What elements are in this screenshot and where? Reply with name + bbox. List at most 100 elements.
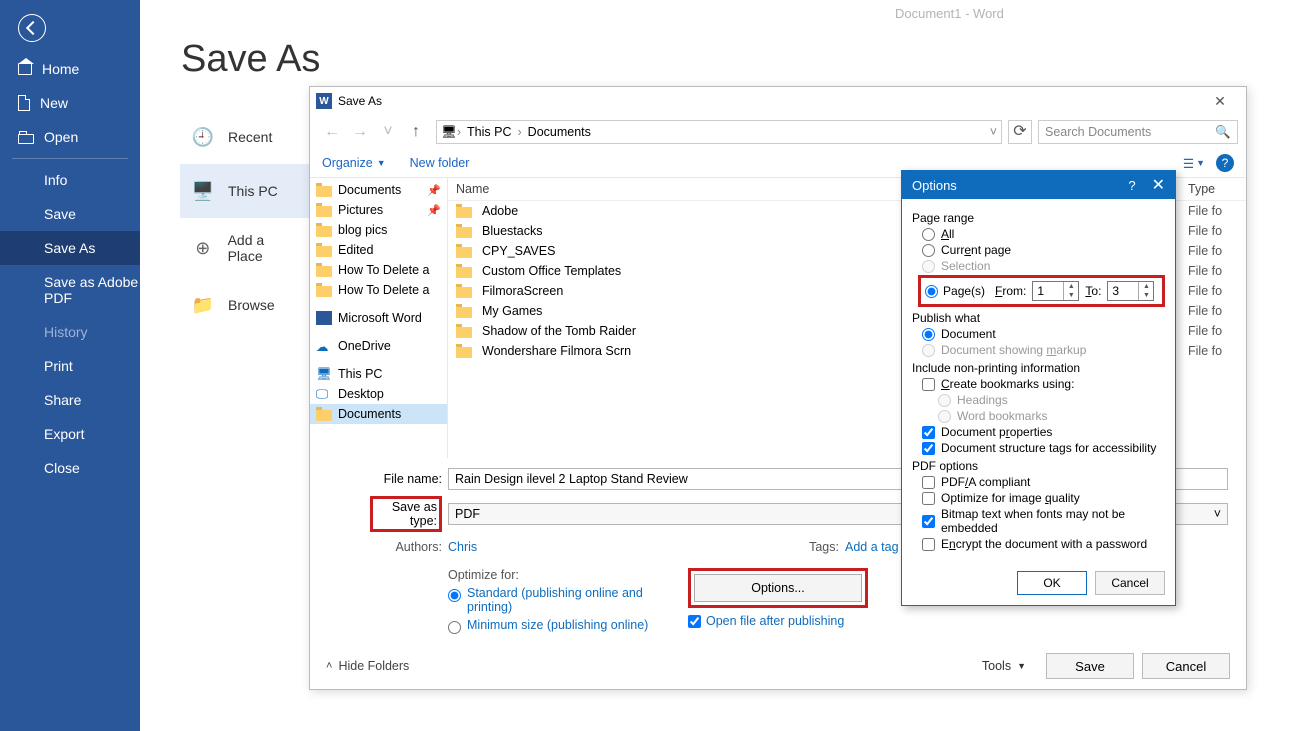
document-icon: [18, 95, 30, 111]
options-dialog: Options ? ✕ Page range All Current page …: [901, 170, 1176, 606]
hide-folders-button[interactable]: ˄Hide Folders: [326, 659, 409, 673]
organize-button[interactable]: Organize▼: [322, 156, 386, 170]
spin-up-icon[interactable]: ▲: [1064, 282, 1078, 291]
tree-howto-1[interactable]: How To Delete a: [310, 260, 447, 280]
nav-open[interactable]: Open: [0, 120, 140, 154]
cancel-button[interactable]: Cancel: [1142, 653, 1230, 679]
tree-howto-2[interactable]: How To Delete a: [310, 280, 447, 300]
app-title: Document1 - Word: [895, 6, 1004, 21]
new-folder-button[interactable]: New folder: [410, 156, 470, 170]
view-button[interactable]: ☰ ▼: [1180, 153, 1208, 173]
tree-documents-2[interactable]: Documents: [310, 404, 447, 424]
browse-icon: 📁: [188, 292, 218, 318]
nav-share[interactable]: Share: [0, 383, 140, 417]
folder-icon: [316, 266, 332, 277]
opt-minimum-radio[interactable]: [448, 621, 461, 634]
from-spinbox[interactable]: ▲▼: [1032, 281, 1079, 301]
tree-edited[interactable]: Edited: [310, 240, 447, 260]
opt-image-quality[interactable]: Optimize for image quality: [922, 491, 1165, 505]
chevron-up-icon: ˄: [326, 660, 332, 672]
folder-icon: [456, 287, 472, 298]
nav-back-icon[interactable]: ←: [318, 123, 346, 141]
nav-new-label: New: [40, 95, 68, 111]
loc-browse[interactable]: 📁Browse: [180, 278, 310, 332]
nav-history-icon[interactable]: ˅: [374, 123, 402, 141]
nav-close[interactable]: Close: [0, 451, 140, 485]
spin-up-icon[interactable]: ▲: [1139, 282, 1153, 291]
opt-headings: Headings: [938, 393, 1165, 407]
opt-all[interactable]: All: [922, 227, 1165, 241]
nav-open-label: Open: [44, 129, 78, 145]
nav-save[interactable]: Save: [0, 197, 140, 231]
to-spinbox[interactable]: ▲▼: [1107, 281, 1154, 301]
folder-icon: [456, 207, 472, 218]
nav-save-adobe-pdf[interactable]: Save as Adobe PDF: [0, 265, 140, 315]
nav-new[interactable]: New: [0, 86, 140, 120]
nav-home-label: Home: [42, 61, 79, 77]
opt-markup: Document showing markup: [922, 343, 1165, 357]
tree-blog-pics[interactable]: blog pics: [310, 220, 447, 240]
folder-icon: [316, 206, 332, 217]
close-icon[interactable]: ✕: [1200, 93, 1240, 110]
opt-document[interactable]: Document: [922, 327, 1165, 341]
breadcrumb[interactable]: 🖥 › This PC › Documents ˅: [436, 120, 1002, 144]
loc-recent[interactable]: 🕘Recent: [180, 110, 310, 164]
save-as-type-label: Save as type:: [370, 496, 442, 532]
nav-export[interactable]: Export: [0, 417, 140, 451]
tree-pictures[interactable]: Pictures📌: [310, 200, 447, 220]
loc-add-place[interactable]: ⊕Add a Place: [180, 218, 310, 278]
opt-pdfa[interactable]: PDF/A compliant: [922, 475, 1165, 489]
opt-bookmarks[interactable]: Create bookmarks using:: [922, 377, 1165, 391]
opt-struct-tags[interactable]: Document structure tags for accessibilit…: [922, 441, 1165, 455]
nav-forward-icon[interactable]: →: [346, 123, 374, 141]
crumb-documents[interactable]: Documents: [522, 125, 597, 139]
opt-doc-properties[interactable]: Document properties: [922, 425, 1165, 439]
crumb-this-pc[interactable]: This PC: [461, 125, 517, 139]
save-button[interactable]: Save: [1046, 653, 1134, 679]
folder-icon: [316, 410, 332, 421]
chevron-down-icon[interactable]: ˅: [990, 125, 997, 139]
nav-info[interactable]: Info: [0, 163, 140, 197]
opt-standard-radio[interactable]: [448, 589, 461, 602]
spin-down-icon[interactable]: ▼: [1064, 291, 1078, 300]
tree-documents[interactable]: Documents📌: [310, 180, 447, 200]
tools-button[interactable]: Tools▼: [982, 659, 1026, 673]
search-input[interactable]: Search Documents 🔍: [1038, 120, 1238, 144]
col-type[interactable]: Type: [1188, 182, 1238, 196]
pin-icon[interactable]: 📌: [427, 184, 441, 197]
nav-home[interactable]: Home: [0, 52, 140, 86]
opt-bitmap-text[interactable]: Bitmap text when fonts may not be embedd…: [922, 507, 1165, 535]
cancel-button[interactable]: Cancel: [1095, 571, 1165, 595]
tree-thispc[interactable]: 🖥This PC: [310, 364, 447, 384]
chevron-down-icon: ▼: [1017, 661, 1026, 671]
close-icon[interactable]: ✕: [1152, 175, 1165, 195]
tree-desktop[interactable]: 🖵Desktop: [310, 384, 447, 404]
folder-icon: [316, 246, 332, 257]
tags-value[interactable]: Add a tag: [845, 540, 899, 554]
nav-save-as[interactable]: Save As: [0, 231, 140, 265]
opt-current-page[interactable]: Current page: [922, 243, 1165, 257]
nav-history[interactable]: History: [0, 315, 140, 349]
from-label: From:: [995, 284, 1026, 298]
nav-up-icon[interactable]: ↑: [402, 123, 430, 141]
search-icon: 🔍: [1215, 125, 1231, 140]
open-after-checkbox[interactable]: Open file after publishing: [688, 614, 844, 628]
spin-down-icon[interactable]: ▼: [1139, 291, 1153, 300]
opt-pages-label: Page(s): [943, 284, 985, 298]
tree-onedrive[interactable]: ☁OneDrive: [310, 336, 447, 356]
tree-msword[interactable]: Microsoft Word: [310, 308, 447, 328]
authors-value[interactable]: Chris: [448, 540, 477, 554]
nav-print[interactable]: Print: [0, 349, 140, 383]
to-label: To:: [1085, 284, 1101, 298]
pin-icon[interactable]: 📌: [427, 204, 441, 217]
save-locations: 🕘Recent 🖥️This PC ⊕Add a Place 📁Browse: [180, 110, 310, 332]
options-button[interactable]: Options...: [694, 574, 862, 602]
ok-button[interactable]: OK: [1017, 571, 1087, 595]
help-icon[interactable]: ?: [1216, 154, 1234, 172]
refresh-icon[interactable]: ⟳: [1008, 120, 1032, 144]
opt-pages-radio[interactable]: [925, 285, 938, 298]
loc-this-pc[interactable]: 🖥️This PC: [180, 164, 310, 218]
opt-encrypt[interactable]: Encrypt the document with a password: [922, 537, 1165, 551]
back-button[interactable]: [18, 14, 46, 42]
help-icon[interactable]: ?: [1128, 178, 1135, 193]
